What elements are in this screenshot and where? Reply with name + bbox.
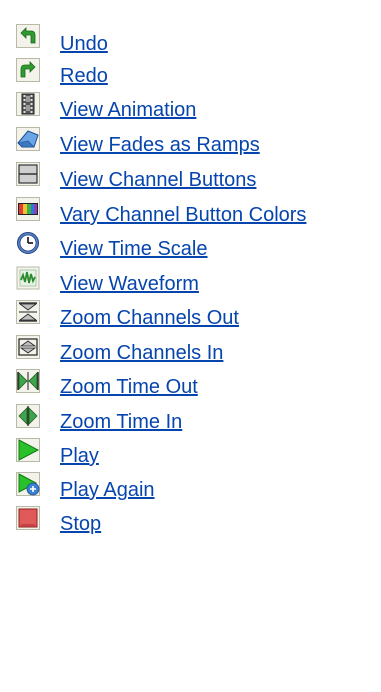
undo-link[interactable]: Undo [60, 32, 108, 56]
zoom-channels-out-item[interactable]: Zoom Channels Out [0, 300, 381, 332]
view-fades-as-ramps-link[interactable]: View Fades as Ramps [60, 133, 260, 157]
vary-channel-button-colors-item[interactable]: Vary Channel Button Colors [0, 197, 381, 229]
color-bars-icon[interactable] [16, 197, 40, 221]
stop-icon[interactable] [16, 506, 40, 530]
view-waveform-link[interactable]: View Waveform [60, 272, 199, 296]
zoom-channels-in-item[interactable]: Zoom Channels In [0, 335, 381, 367]
zoom-time-out-item[interactable]: Zoom Time Out [0, 369, 381, 401]
zoom-time-in-item[interactable]: Zoom Time In [0, 404, 381, 436]
redo-item[interactable]: Redo [0, 58, 381, 90]
zoom-channels-in-link[interactable]: Zoom Channels In [60, 341, 223, 365]
play-again-item[interactable]: Play Again [0, 472, 381, 504]
zoom-time-out-icon[interactable] [16, 369, 40, 393]
view-animation-link[interactable]: View Animation [60, 98, 196, 122]
vary-channel-button-colors-link[interactable]: Vary Channel Button Colors [60, 203, 306, 227]
play-icon[interactable] [16, 438, 40, 462]
stop-link[interactable]: Stop [60, 512, 101, 536]
view-waveform-item[interactable]: View Waveform [0, 266, 381, 298]
waveform-icon[interactable] [16, 266, 40, 290]
redo-arrow-icon[interactable] [16, 58, 40, 82]
clock-icon[interactable] [16, 231, 40, 255]
undo-item[interactable]: Undo [0, 24, 381, 56]
undo-arrow-icon[interactable] [16, 24, 40, 48]
play-again-link[interactable]: Play Again [60, 478, 155, 502]
view-time-scale-item[interactable]: View Time Scale [0, 231, 381, 263]
channel-buttons-icon[interactable] [16, 162, 40, 186]
view-channel-buttons-item[interactable]: View Channel Buttons [0, 162, 381, 194]
play-again-icon[interactable] [16, 472, 40, 496]
zoom-time-in-icon[interactable] [16, 404, 40, 428]
zoom-channels-out-link[interactable]: Zoom Channels Out [60, 306, 239, 330]
play-link[interactable]: Play [60, 444, 99, 468]
view-animation-item[interactable]: View Animation [0, 92, 381, 124]
film-strip-icon[interactable] [16, 92, 40, 116]
zoom-channels-out-icon[interactable] [16, 300, 40, 324]
zoom-time-in-link[interactable]: Zoom Time In [60, 410, 182, 434]
play-item[interactable]: Play [0, 438, 381, 470]
view-fades-as-ramps-item[interactable]: View Fades as Ramps [0, 127, 381, 159]
stop-item[interactable]: Stop [0, 506, 381, 538]
ramp-icon[interactable] [16, 127, 40, 151]
view-channel-buttons-link[interactable]: View Channel Buttons [60, 168, 256, 192]
redo-link[interactable]: Redo [60, 64, 108, 88]
view-time-scale-link[interactable]: View Time Scale [60, 237, 207, 261]
zoom-channels-in-icon[interactable] [16, 335, 40, 359]
zoom-time-out-link[interactable]: Zoom Time Out [60, 375, 198, 399]
